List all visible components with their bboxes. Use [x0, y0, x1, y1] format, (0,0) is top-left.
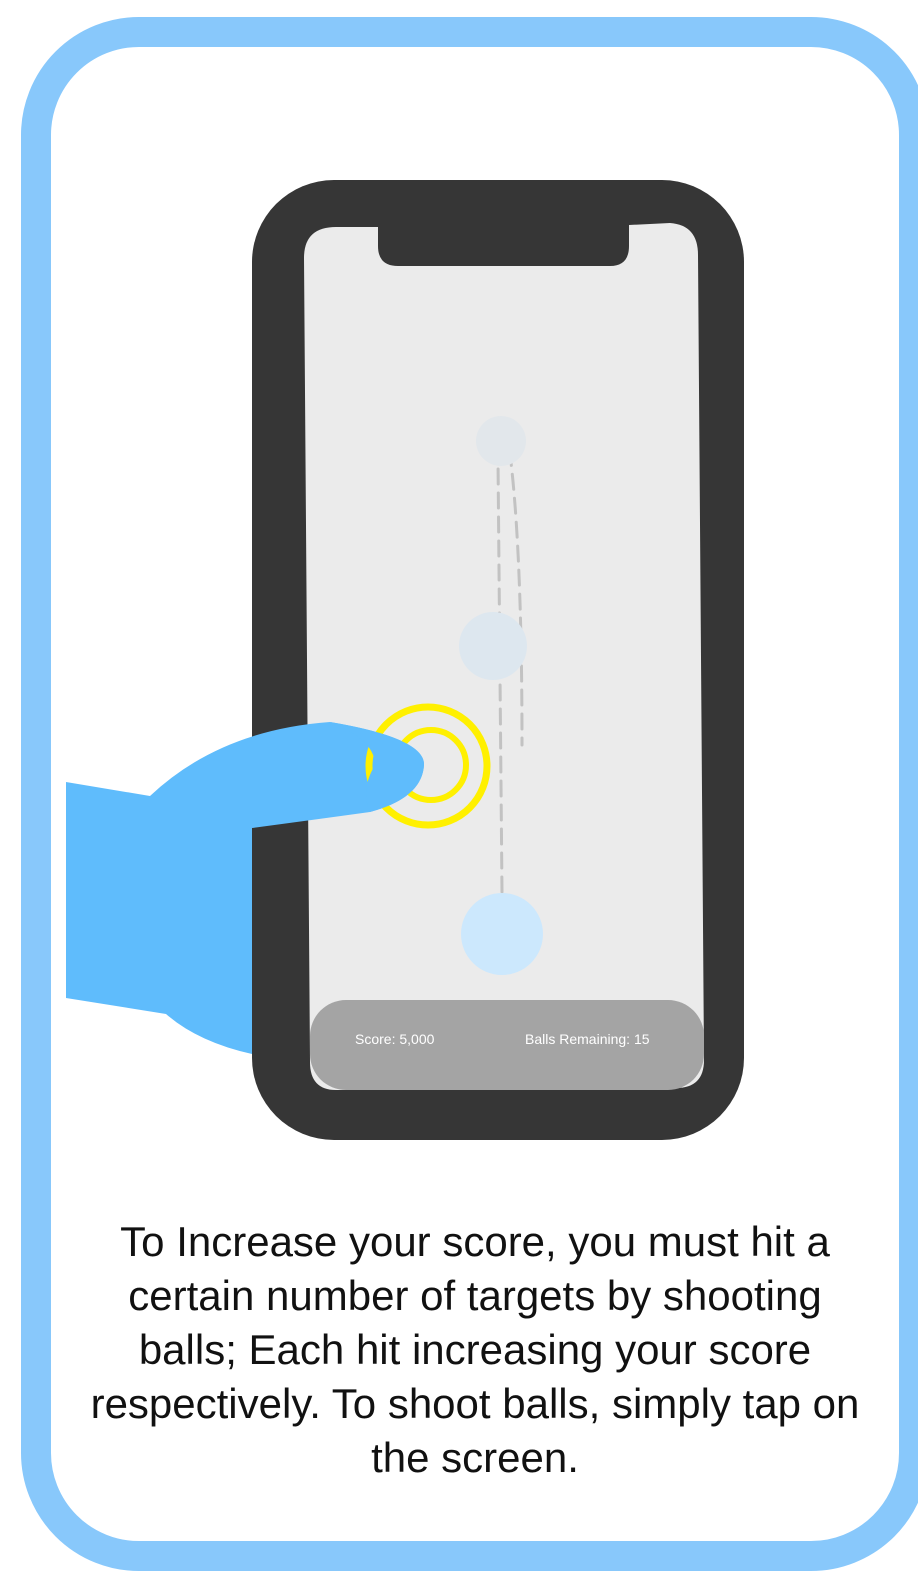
tutorial-card: Score: 5,000 Balls Remaining: 15 To Incr… [21, 17, 918, 1571]
score-label: Score: 5,000 [355, 1031, 435, 1047]
instructions-text: To Increase your score, you must hit a c… [90, 1218, 860, 1481]
launcher-ball [461, 893, 543, 975]
ball-trail-middle [459, 612, 527, 680]
balls-remaining-label: Balls Remaining: 15 [525, 1031, 650, 1047]
ball-trail-top [476, 416, 526, 466]
